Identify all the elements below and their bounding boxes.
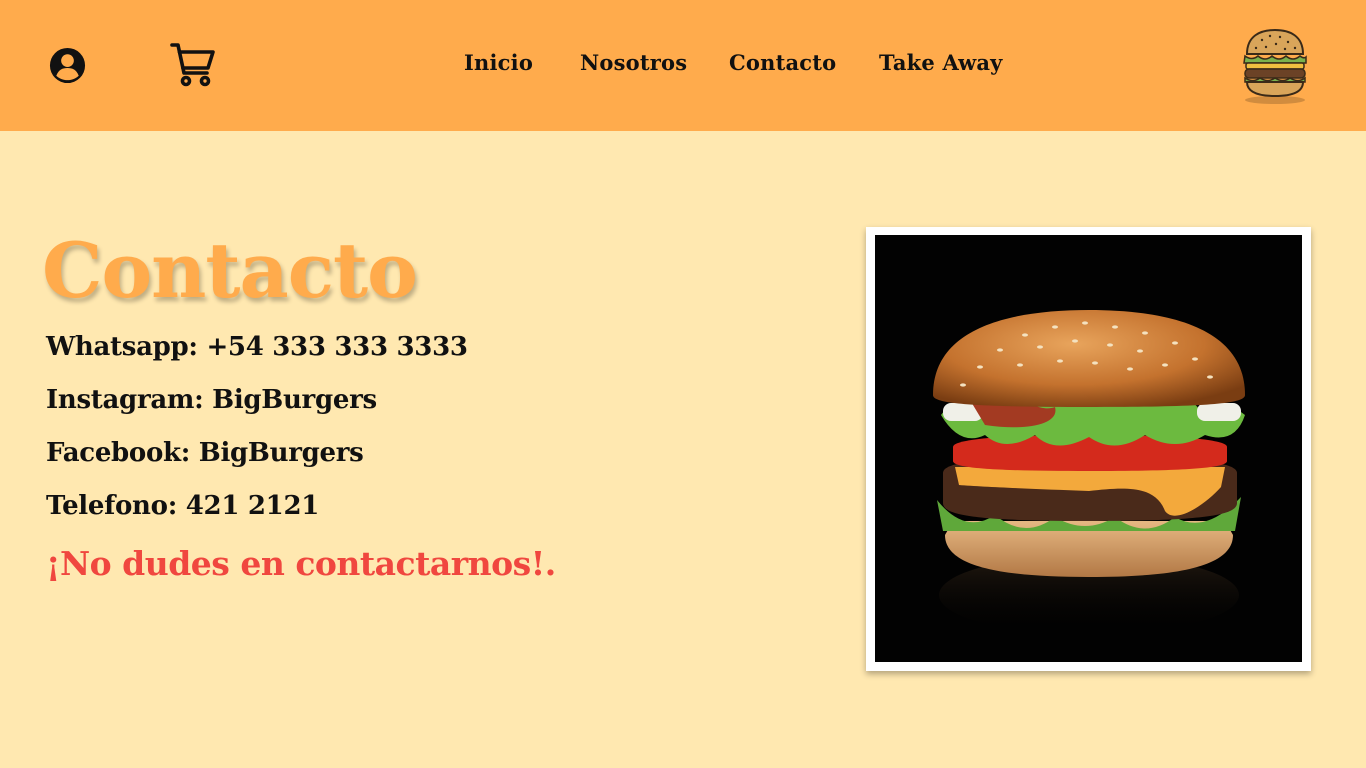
burger-logo-icon[interactable] [1240, 26, 1310, 106]
contact-cta: ¡No dudes en contactarnos!. [46, 544, 556, 583]
burger-photo-frame [866, 227, 1311, 671]
contact-facebook: Facebook: BigBurgers [46, 438, 364, 468]
main-nav: Inicio Nosotros Contacto Take Away [0, 50, 1366, 80]
nav-link-inicio[interactable]: Inicio [464, 50, 533, 75]
contact-instagram: Instagram: BigBurgers [46, 385, 377, 415]
contact-telefono: Telefono: 421 2121 [46, 491, 320, 521]
nav-link-nosotros[interactable]: Nosotros [580, 50, 687, 75]
site-header: Inicio Nosotros Contacto Take Away [0, 0, 1366, 131]
contact-whatsapp: Whatsapp: +54 333 333 3333 [46, 332, 468, 362]
page-title: Contacto [42, 226, 418, 315]
burger-photo [875, 235, 1302, 662]
nav-link-take-away[interactable]: Take Away [879, 50, 1003, 75]
nav-link-contacto[interactable]: Contacto [729, 50, 836, 75]
